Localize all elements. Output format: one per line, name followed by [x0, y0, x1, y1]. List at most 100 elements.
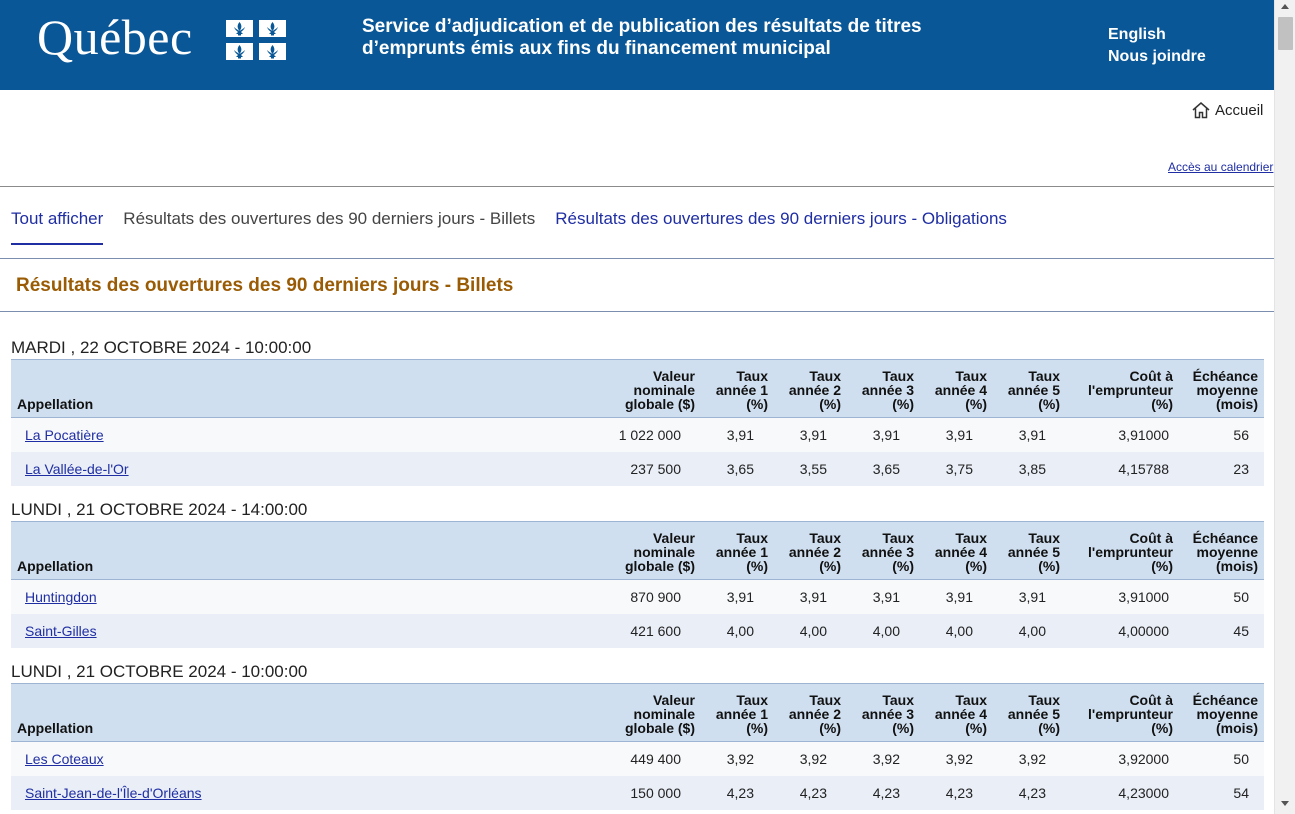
table-cell: 150 000 — [601, 775, 701, 810]
table-header-row: Appellation Valeur nominale globale ($) Ta… — [11, 359, 1264, 418]
home-link[interactable]: Accueil — [1191, 101, 1263, 119]
table-cell: 3,75 — [920, 451, 993, 486]
results-table: Appellation Valeur nominale globale ($) Ta… — [11, 683, 1264, 810]
results-table: Appellation Valeur nominale globale ($) Ta… — [11, 359, 1264, 486]
column-header: Échéance moyenne (mois) — [1179, 359, 1264, 418]
table-cell: 3,91 — [701, 579, 774, 614]
vertical-scrollbar[interactable] — [1274, 0, 1295, 814]
table-cell: 3,91 — [920, 579, 993, 614]
table-row: Huntingdon 870 900 3,91 3,91 3,91 3,91 3,91 3,9… — [11, 579, 1264, 614]
table-cell: 3,91 — [774, 417, 847, 452]
divider — [0, 258, 1274, 259]
table-cell: 3,92000 — [1066, 741, 1179, 776]
session-date: LUNDI , 21 OCTOBRE 2024 - 14:00:00 — [11, 500, 308, 519]
column-header: Échéance moyenne (mois) — [1179, 683, 1264, 742]
home-icon — [1192, 102, 1210, 119]
divider — [0, 186, 1274, 187]
scroll-down-arrow-icon[interactable] — [1281, 801, 1289, 806]
table-cell: 3,55 — [774, 451, 847, 486]
site-header: Québec Service d’adjudication et de publ… — [0, 0, 1274, 90]
column-header: Taux année 5 (%) — [993, 683, 1066, 742]
table-cell: 237 500 — [601, 451, 701, 486]
session-block: LUNDI , 21 OCTOBRE 2024 - 14:00:00 Appell… — [11, 499, 1264, 648]
column-header: Valeur nominale globale ($) — [601, 683, 701, 742]
municipality-link[interactable]: Les Coteaux — [25, 751, 104, 767]
appellation-cell: La Vallée-de-l'Or — [11, 451, 601, 486]
table-header-row: Appellation Valeur nominale globale ($) Ta… — [11, 683, 1264, 742]
tab-obligations[interactable]: Résultats des ouvertures des 90 derniers… — [555, 209, 1007, 245]
table-cell: 45 — [1179, 613, 1264, 648]
column-header: Taux année 4 (%) — [920, 683, 993, 742]
divider — [0, 311, 1274, 312]
table-cell: 4,00000 — [1066, 613, 1179, 648]
quebec-logo-text[interactable]: Québec — [37, 12, 193, 62]
table-row: Les Coteaux 449 400 3,92 3,92 3,92 3,92 3,92 3,… — [11, 741, 1264, 776]
municipality-link[interactable]: La Vallée-de-l'Or — [25, 461, 129, 477]
table-cell: 23 — [1179, 451, 1264, 486]
column-header: Taux année 5 (%) — [993, 521, 1066, 580]
table-header-row: Appellation Valeur nominale globale ($) Ta… — [11, 521, 1264, 580]
municipality-link[interactable]: Saint-Jean-de-l'Île-d'Orléans — [25, 785, 202, 801]
column-header: Taux année 1 (%) — [701, 683, 774, 742]
table-cell: 4,00 — [993, 613, 1066, 648]
table-cell: 4,00 — [920, 613, 993, 648]
column-header: Coût à l'emprunteur (%) — [1066, 683, 1179, 742]
table-cell: 4,23 — [920, 775, 993, 810]
session-date: LUNDI , 21 OCTOBRE 2024 - 10:00:00 — [11, 662, 308, 681]
table-cell: 3,92 — [993, 741, 1066, 776]
table-cell: 4,00 — [847, 613, 920, 648]
column-header: Taux année 3 (%) — [847, 359, 920, 418]
column-header: Échéance moyenne (mois) — [1179, 521, 1264, 580]
municipality-link[interactable]: Saint-Gilles — [25, 623, 97, 639]
table-cell: 4,23000 — [1066, 775, 1179, 810]
column-header: Taux année 3 (%) — [847, 521, 920, 580]
appellation-cell: Saint-Jean-de-l'Île-d'Orléans — [11, 775, 601, 810]
home-label: Accueil — [1215, 101, 1264, 119]
section-title: Résultats des ouvertures des 90 derniers… — [16, 275, 514, 296]
english-link[interactable]: English — [1108, 24, 1206, 46]
table-cell: 4,23 — [847, 775, 920, 810]
table-cell: 3,92 — [847, 741, 920, 776]
column-header: Taux année 4 (%) — [920, 521, 993, 580]
municipality-link[interactable]: Huntingdon — [25, 589, 97, 605]
column-header: Coût à l'emprunteur (%) — [1066, 521, 1179, 580]
tab-billets[interactable]: Résultats des ouvertures des 90 derniers… — [123, 209, 535, 245]
column-header: Valeur nominale globale ($) — [601, 359, 701, 418]
header-links: English Nous joindre — [1108, 24, 1206, 68]
session-block: MARDI , 22 OCTOBRE 2024 - 10:00:00 Appell… — [11, 337, 1264, 486]
column-header: Taux année 4 (%) — [920, 359, 993, 418]
table-cell: 50 — [1179, 579, 1264, 614]
table-row: Saint-Jean-de-l'Île-d'Orléans 150 000 4,23… — [11, 775, 1264, 810]
filter-tabs: Tout afficher Résultats des ouvertures d… — [11, 209, 1027, 245]
scrollbar-thumb[interactable] — [1278, 17, 1293, 50]
table-cell: 3,91 — [993, 579, 1066, 614]
table-cell: 4,15788 — [1066, 451, 1179, 486]
municipality-link[interactable]: La Pocatière — [25, 427, 104, 443]
appellation-cell: La Pocatière — [11, 417, 601, 452]
column-header: Taux année 5 (%) — [993, 359, 1066, 418]
column-header: Valeur nominale globale ($) — [601, 521, 701, 580]
table-cell: 4,00 — [701, 613, 774, 648]
column-header: Taux année 1 (%) — [701, 521, 774, 580]
table-cell: 3,92 — [701, 741, 774, 776]
nous-joindre-link[interactable]: Nous joindre — [1108, 46, 1206, 68]
tab-tout-afficher[interactable]: Tout afficher — [11, 209, 104, 245]
calendar-link[interactable]: Accès au calendrier — [1168, 160, 1273, 174]
table-cell: 421 600 — [601, 613, 701, 648]
column-header: Taux année 3 (%) — [847, 683, 920, 742]
table-cell: 3,65 — [701, 451, 774, 486]
table-cell: 3,91 — [993, 417, 1066, 452]
table-cell: 4,23 — [701, 775, 774, 810]
table-cell: 54 — [1179, 775, 1264, 810]
table-cell: 449 400 — [601, 741, 701, 776]
table-row: La Pocatière 1 022 000 3,91 3,91 3,91 3,91 3,9… — [11, 417, 1264, 452]
appellation-cell: Les Coteaux — [11, 741, 601, 776]
table-cell: 3,91 — [847, 417, 920, 452]
column-header: Taux année 2 (%) — [774, 683, 847, 742]
table-cell: 3,85 — [993, 451, 1066, 486]
table-cell: 3,91000 — [1066, 417, 1179, 452]
scroll-up-arrow-icon[interactable] — [1281, 4, 1289, 9]
table-cell: 3,91 — [920, 417, 993, 452]
table-cell: 3,65 — [847, 451, 920, 486]
column-header: Appellation — [11, 683, 601, 742]
